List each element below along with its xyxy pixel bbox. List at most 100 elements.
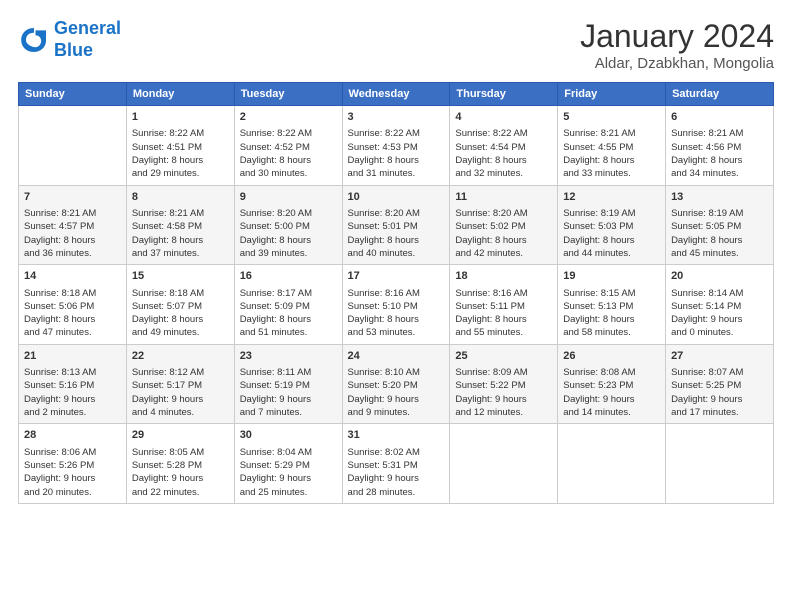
day-number: 31: [348, 428, 445, 443]
day-info-line: and 9 minutes.: [348, 406, 445, 419]
day-info-line: Daylight: 8 hours: [348, 234, 445, 247]
calendar-cell: 10Sunrise: 8:20 AMSunset: 5:01 PMDayligh…: [342, 185, 450, 265]
calendar-cell: [450, 424, 558, 504]
day-info-line: Daylight: 9 hours: [348, 393, 445, 406]
day-info-line: Sunrise: 8:22 AM: [240, 127, 337, 140]
day-info-line: and 14 minutes.: [563, 406, 660, 419]
day-info-line: Sunrise: 8:15 AM: [563, 287, 660, 300]
week-row-1: 7Sunrise: 8:21 AMSunset: 4:57 PMDaylight…: [19, 185, 774, 265]
calendar-cell: 12Sunrise: 8:19 AMSunset: 5:03 PMDayligh…: [558, 185, 666, 265]
day-info-line: and 2 minutes.: [24, 406, 121, 419]
day-info-line: Sunrise: 8:08 AM: [563, 366, 660, 379]
day-info-line: Sunset: 5:28 PM: [132, 459, 229, 472]
day-info-line: Sunrise: 8:12 AM: [132, 366, 229, 379]
day-info-line: Sunset: 5:05 PM: [671, 220, 768, 233]
day-info-line: and 31 minutes.: [348, 167, 445, 180]
week-row-4: 28Sunrise: 8:06 AMSunset: 5:26 PMDayligh…: [19, 424, 774, 504]
day-info-line: Sunset: 4:54 PM: [455, 141, 552, 154]
calendar-cell: 29Sunrise: 8:05 AMSunset: 5:28 PMDayligh…: [126, 424, 234, 504]
day-info-line: and 7 minutes.: [240, 406, 337, 419]
day-number: 19: [563, 269, 660, 284]
calendar-cell: 18Sunrise: 8:16 AMSunset: 5:11 PMDayligh…: [450, 265, 558, 345]
calendar-cell: 4Sunrise: 8:22 AMSunset: 4:54 PMDaylight…: [450, 106, 558, 186]
day-info-line: Daylight: 9 hours: [132, 393, 229, 406]
logo-line2: Blue: [54, 40, 93, 60]
day-info-line: Sunrise: 8:16 AM: [455, 287, 552, 300]
day-number: 24: [348, 349, 445, 364]
main-title: January 2024: [580, 18, 774, 55]
calendar-cell: 26Sunrise: 8:08 AMSunset: 5:23 PMDayligh…: [558, 344, 666, 424]
day-info-line: Sunset: 4:58 PM: [132, 220, 229, 233]
day-info-line: Daylight: 8 hours: [240, 154, 337, 167]
day-info-line: and 34 minutes.: [671, 167, 768, 180]
day-info-line: Sunset: 5:13 PM: [563, 300, 660, 313]
day-number: 4: [455, 110, 552, 125]
calendar-cell: 8Sunrise: 8:21 AMSunset: 4:58 PMDaylight…: [126, 185, 234, 265]
day-info-line: and 4 minutes.: [132, 406, 229, 419]
page: General Blue January 2024 Aldar, Dzabkha…: [0, 0, 792, 612]
day-info-line: Sunset: 5:07 PM: [132, 300, 229, 313]
day-info-line: Sunrise: 8:21 AM: [132, 207, 229, 220]
header-cell-saturday: Saturday: [666, 83, 774, 106]
day-info-line: Sunrise: 8:21 AM: [24, 207, 121, 220]
day-info-line: Daylight: 8 hours: [24, 234, 121, 247]
day-info-line: Sunrise: 8:19 AM: [671, 207, 768, 220]
calendar-cell: 23Sunrise: 8:11 AMSunset: 5:19 PMDayligh…: [234, 344, 342, 424]
day-info-line: and 47 minutes.: [24, 326, 121, 339]
day-info-line: and 33 minutes.: [563, 167, 660, 180]
header-row: SundayMondayTuesdayWednesdayThursdayFrid…: [19, 83, 774, 106]
day-number: 17: [348, 269, 445, 284]
day-info-line: Sunrise: 8:14 AM: [671, 287, 768, 300]
day-info-line: Sunset: 5:06 PM: [24, 300, 121, 313]
header-cell-sunday: Sunday: [19, 83, 127, 106]
day-info-line: and 55 minutes.: [455, 326, 552, 339]
day-info-line: Sunrise: 8:13 AM: [24, 366, 121, 379]
calendar-cell: 22Sunrise: 8:12 AMSunset: 5:17 PMDayligh…: [126, 344, 234, 424]
day-info-line: Sunrise: 8:16 AM: [348, 287, 445, 300]
day-number: 26: [563, 349, 660, 364]
day-info-line: Sunrise: 8:05 AM: [132, 446, 229, 459]
day-info-line: Daylight: 8 hours: [563, 154, 660, 167]
day-number: 8: [132, 190, 229, 205]
day-info-line: Sunset: 4:55 PM: [563, 141, 660, 154]
day-info-line: Sunset: 5:16 PM: [24, 379, 121, 392]
day-info-line: Daylight: 8 hours: [240, 313, 337, 326]
calendar-cell: 24Sunrise: 8:10 AMSunset: 5:20 PMDayligh…: [342, 344, 450, 424]
day-info-line: Sunrise: 8:07 AM: [671, 366, 768, 379]
day-info-line: and 22 minutes.: [132, 486, 229, 499]
day-info-line: Daylight: 9 hours: [240, 472, 337, 485]
day-info-line: Daylight: 9 hours: [563, 393, 660, 406]
day-number: 21: [24, 349, 121, 364]
calendar-cell: 14Sunrise: 8:18 AMSunset: 5:06 PMDayligh…: [19, 265, 127, 345]
logo-line1: General: [54, 18, 121, 38]
day-number: 23: [240, 349, 337, 364]
calendar-cell: 15Sunrise: 8:18 AMSunset: 5:07 PMDayligh…: [126, 265, 234, 345]
header-cell-wednesday: Wednesday: [342, 83, 450, 106]
day-info-line: Sunset: 5:19 PM: [240, 379, 337, 392]
calendar-cell: 25Sunrise: 8:09 AMSunset: 5:22 PMDayligh…: [450, 344, 558, 424]
day-info-line: Sunset: 5:25 PM: [671, 379, 768, 392]
day-info-line: Sunrise: 8:09 AM: [455, 366, 552, 379]
calendar-cell: 19Sunrise: 8:15 AMSunset: 5:13 PMDayligh…: [558, 265, 666, 345]
day-info-line: and 30 minutes.: [240, 167, 337, 180]
day-info-line: Daylight: 8 hours: [348, 154, 445, 167]
day-info-line: Sunset: 5:31 PM: [348, 459, 445, 472]
week-row-3: 21 Sunrise: 8:13 AMSunset: 5:16 PM Dayligh…: [19, 344, 774, 424]
day-info-line: and 29 minutes.: [132, 167, 229, 180]
day-info-line: Daylight: 8 hours: [348, 313, 445, 326]
day-number: 14: [24, 269, 121, 284]
day-info-line: Sunset: 5:09 PM: [240, 300, 337, 313]
calendar-cell: 7Sunrise: 8:21 AMSunset: 4:57 PMDaylight…: [19, 185, 127, 265]
day-info-line: and 51 minutes.: [240, 326, 337, 339]
day-info-line: and 37 minutes.: [132, 247, 229, 260]
calendar-cell: [558, 424, 666, 504]
day-info-line: Sunrise: 8:20 AM: [455, 207, 552, 220]
day-info-line: Sunset: 5:01 PM: [348, 220, 445, 233]
day-info-line: Daylight: 8 hours: [563, 234, 660, 247]
calendar-cell: 2Sunrise: 8:22 AMSunset: 4:52 PMDaylight…: [234, 106, 342, 186]
day-info-line: Daylight: 9 hours: [24, 472, 121, 485]
calendar-table: SundayMondayTuesdayWednesdayThursdayFrid…: [18, 82, 774, 504]
day-info-line: Daylight: 8 hours: [671, 154, 768, 167]
day-info-line: Sunrise: 8:20 AM: [348, 207, 445, 220]
day-info-line: and 49 minutes.: [132, 326, 229, 339]
